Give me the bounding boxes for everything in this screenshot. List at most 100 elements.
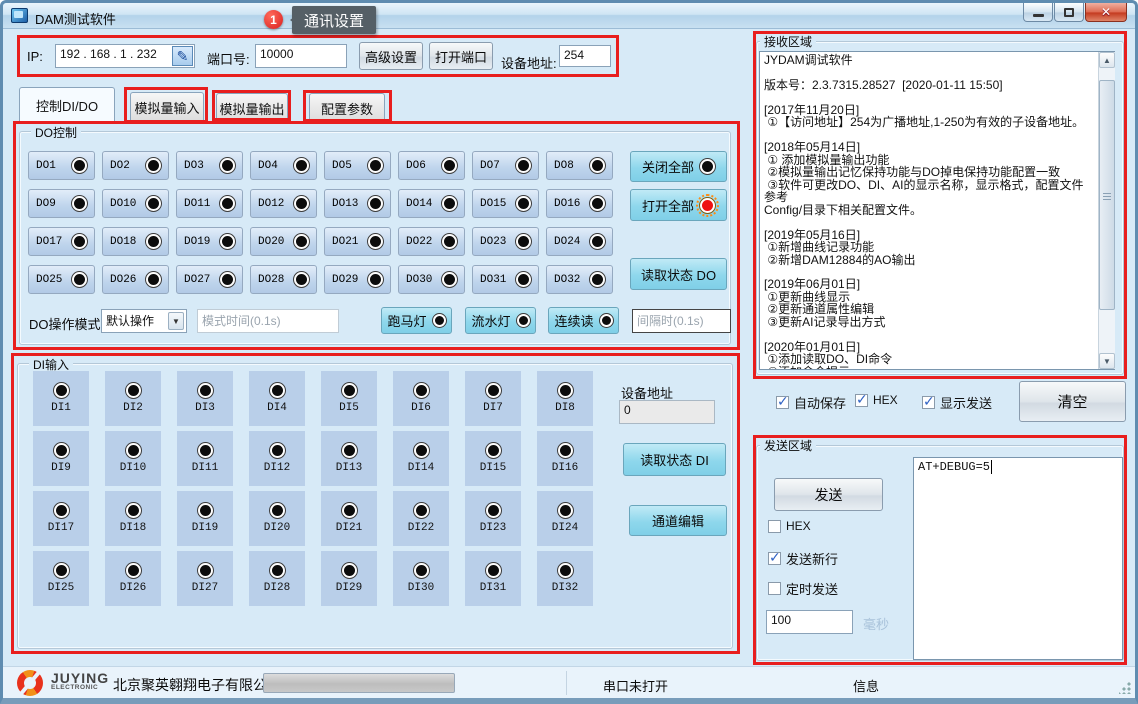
do-channel-button[interactable]: DO17: [28, 227, 95, 256]
do-channel-button[interactable]: DO20: [250, 227, 317, 256]
di-channel-tile[interactable]: DI29: [321, 551, 377, 606]
close-all-button[interactable]: 关闭全部: [630, 151, 727, 182]
maximize-button[interactable]: [1054, 3, 1084, 22]
tab-config-params[interactable]: 配置参数: [309, 93, 385, 122]
do-channel-button[interactable]: DO3: [176, 151, 243, 180]
do-channel-button[interactable]: DO7: [472, 151, 539, 180]
di-channel-tile[interactable]: DI23: [465, 491, 521, 546]
di-channel-tile[interactable]: DI20: [249, 491, 305, 546]
scroll-down-icon[interactable]: ▼: [1099, 353, 1115, 369]
di-channel-tile[interactable]: DI18: [105, 491, 161, 546]
di-channel-tile[interactable]: DI7: [465, 371, 521, 426]
timed-send-checkbox-box[interactable]: [768, 582, 781, 595]
ip-edit-button[interactable]: ✎: [172, 46, 193, 66]
do-channel-button[interactable]: DO28: [250, 265, 317, 294]
di-channel-tile[interactable]: DI28: [249, 551, 305, 606]
do-channel-button[interactable]: DO5: [324, 151, 391, 180]
do-channel-button[interactable]: DO16: [546, 189, 613, 218]
rx-hex-checkbox[interactable]: HEX: [855, 393, 898, 407]
read-status-di-button[interactable]: 读取状态 DI: [623, 443, 726, 476]
mode-time-input[interactable]: 模式时间(0.1s): [197, 309, 339, 333]
tx-hex-checkbox[interactable]: HEX: [768, 519, 811, 533]
read-status-do-button[interactable]: 读取状态 DO: [630, 258, 727, 290]
open-port-button[interactable]: 打开端口: [429, 42, 493, 70]
do-channel-button[interactable]: DO29: [324, 265, 391, 294]
auto-save-checkbox[interactable]: 自动保存: [776, 393, 846, 412]
di-channel-tile[interactable]: DI16: [537, 431, 593, 486]
send-button[interactable]: 发送: [774, 478, 883, 511]
do-channel-button[interactable]: DO26: [102, 265, 169, 294]
di-channel-tile[interactable]: DI21: [321, 491, 377, 546]
di-channel-tile[interactable]: DI26: [105, 551, 161, 606]
clear-button[interactable]: 清空: [1019, 381, 1126, 422]
do-channel-button[interactable]: DO4: [250, 151, 317, 180]
di-channel-tile[interactable]: DI11: [177, 431, 233, 486]
do-channel-button[interactable]: DO10: [102, 189, 169, 218]
di-channel-tile[interactable]: DI5: [321, 371, 377, 426]
resize-grip[interactable]: [1119, 682, 1131, 694]
ip-input[interactable]: 192 . 168 . 1 . 232 ✎: [55, 44, 195, 68]
do-channel-button[interactable]: DO8: [546, 151, 613, 180]
scrollbar-thumb[interactable]: [1099, 80, 1115, 310]
di-channel-tile[interactable]: DI30: [393, 551, 449, 606]
di-channel-tile[interactable]: DI10: [105, 431, 161, 486]
send-text-input[interactable]: AT+DEBUG=5: [913, 457, 1123, 660]
do-channel-button[interactable]: DO24: [546, 227, 613, 256]
di-channel-tile[interactable]: DI1: [33, 371, 89, 426]
di-channel-tile[interactable]: DI32: [537, 551, 593, 606]
tab-control-di-do[interactable]: 控制DI/DO: [19, 87, 115, 122]
di-channel-tile[interactable]: DI31: [465, 551, 521, 606]
do-channel-button[interactable]: DO9: [28, 189, 95, 218]
tx-hex-checkbox-box[interactable]: [768, 520, 781, 533]
send-newline-checkbox-box[interactable]: [768, 552, 781, 565]
tab-analog-input[interactable]: 模拟量输入: [130, 92, 204, 122]
channel-edit-button[interactable]: 通道编辑: [629, 505, 727, 536]
do-mode-select[interactable]: 默认操作 ▼: [101, 309, 187, 333]
di-channel-tile[interactable]: DI15: [465, 431, 521, 486]
di-channel-tile[interactable]: DI3: [177, 371, 233, 426]
di-channel-tile[interactable]: DI22: [393, 491, 449, 546]
port-input[interactable]: 10000: [255, 44, 347, 68]
di-channel-tile[interactable]: DI12: [249, 431, 305, 486]
do-channel-button[interactable]: DO32: [546, 265, 613, 294]
di-channel-tile[interactable]: DI19: [177, 491, 233, 546]
continuous-read-button[interactable]: 连续读: [548, 307, 619, 334]
di-channel-tile[interactable]: DI14: [393, 431, 449, 486]
do-channel-button[interactable]: DO13: [324, 189, 391, 218]
flow-light-button[interactable]: 流水灯: [465, 307, 536, 334]
tab-analog-output[interactable]: 模拟量输出: [216, 93, 288, 122]
do-channel-button[interactable]: DO12: [250, 189, 317, 218]
show-send-checkbox-box[interactable]: [922, 396, 935, 409]
interval-time-input[interactable]: 间隔时(0.1s): [632, 309, 731, 333]
timed-send-checkbox[interactable]: 定时发送: [768, 579, 838, 598]
di-channel-tile[interactable]: DI6: [393, 371, 449, 426]
do-channel-button[interactable]: DO25: [28, 265, 95, 294]
do-channel-button[interactable]: DO15: [472, 189, 539, 218]
di-channel-tile[interactable]: DI17: [33, 491, 89, 546]
di-channel-tile[interactable]: DI2: [105, 371, 161, 426]
di-channel-tile[interactable]: DI27: [177, 551, 233, 606]
do-channel-button[interactable]: DO22: [398, 227, 465, 256]
di-channel-tile[interactable]: DI13: [321, 431, 377, 486]
di-channel-tile[interactable]: DI4: [249, 371, 305, 426]
open-all-button[interactable]: 打开全部: [630, 189, 727, 221]
di-device-address-input[interactable]: 0: [619, 400, 715, 424]
do-channel-button[interactable]: DO18: [102, 227, 169, 256]
show-send-checkbox[interactable]: 显示发送: [922, 393, 992, 412]
send-newline-checkbox[interactable]: 发送新行: [768, 549, 838, 568]
rx-hex-checkbox-box[interactable]: [855, 394, 868, 407]
close-button[interactable]: ✕: [1085, 3, 1127, 22]
receive-log[interactable]: JYDAM调试软件 版本号：2.3.7315.28527 [2020-01-11…: [759, 51, 1115, 370]
do-channel-button[interactable]: DO27: [176, 265, 243, 294]
di-channel-tile[interactable]: DI8: [537, 371, 593, 426]
scroll-up-icon[interactable]: ▲: [1099, 52, 1115, 68]
do-channel-button[interactable]: DO30: [398, 265, 465, 294]
do-channel-button[interactable]: DO19: [176, 227, 243, 256]
do-channel-button[interactable]: DO2: [102, 151, 169, 180]
do-channel-button[interactable]: DO11: [176, 189, 243, 218]
send-interval-input[interactable]: 100: [766, 610, 853, 634]
receive-scrollbar[interactable]: ▲ ▼: [1098, 52, 1115, 369]
marquee-button[interactable]: 跑马灯: [381, 307, 452, 334]
do-channel-button[interactable]: DO23: [472, 227, 539, 256]
di-channel-tile[interactable]: DI25: [33, 551, 89, 606]
